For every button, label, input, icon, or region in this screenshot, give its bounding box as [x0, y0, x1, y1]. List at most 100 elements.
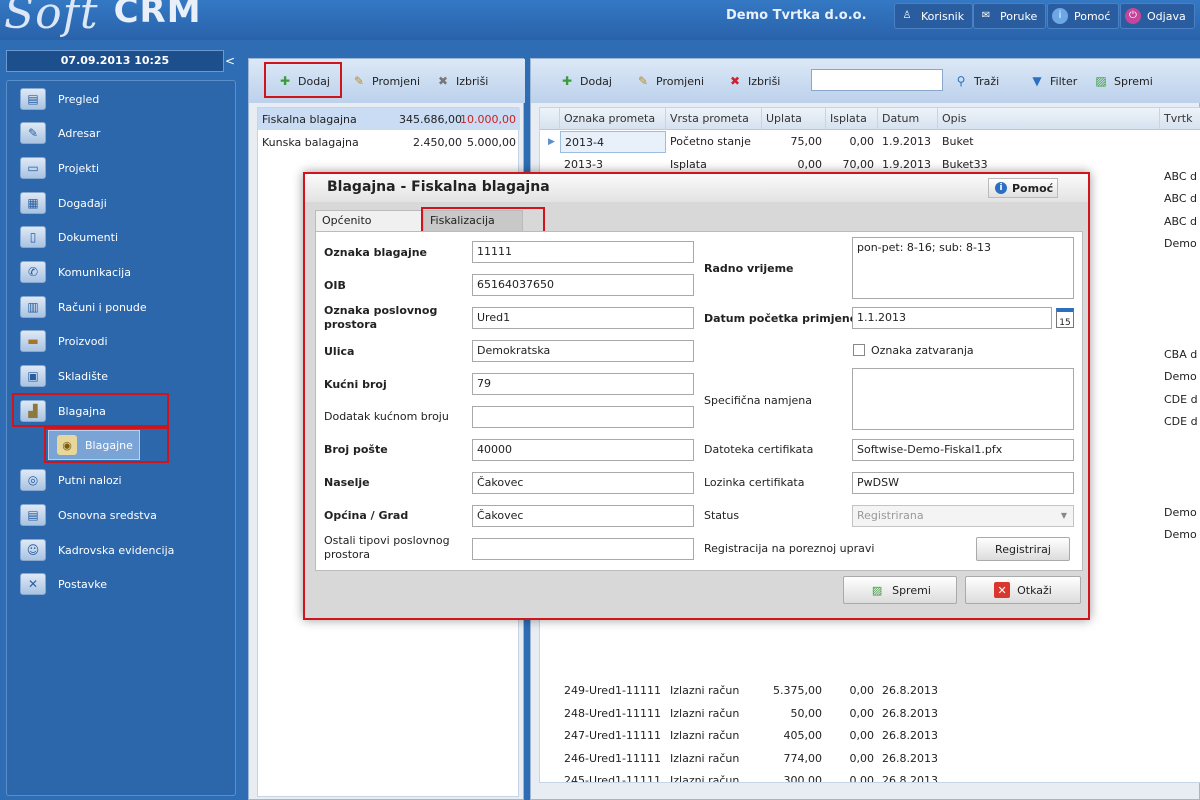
register-button[interactable]: Registriraj [976, 537, 1070, 561]
delete-transaction-button[interactable]: ✖ Izbriši [727, 69, 780, 93]
nav-item-postavke[interactable]: ✕ Postavke [10, 569, 230, 599]
table-cell: Demo [1164, 237, 1197, 250]
cash-register-dialog: Blagajna - Fiskalna blagajna i Pomoć Opće… [303, 172, 1090, 620]
certificate-file-field[interactable]: Softwise-Demo-Fiskal1.pfx [852, 439, 1074, 461]
broj-poste-field[interactable]: 40000 [472, 439, 694, 461]
add-transaction-button[interactable]: ✚ Dodaj [559, 69, 612, 93]
table-cell: 248-Ured1-11111 [564, 706, 662, 720]
table-row[interactable]: 247-Ured1-11111 Izlazni račun 405,00 0,00 26… [540, 725, 1200, 748]
column-header[interactable]: Uplata [762, 108, 826, 130]
nav-item-racuni[interactable]: ▥ Računi i ponude [10, 292, 230, 322]
nav-item-projekti[interactable]: ▭ Projekti [10, 153, 230, 183]
oznaka-blagajne-field[interactable]: 11111 [472, 241, 694, 263]
table-cell: Izlazni račun [670, 774, 740, 783]
column-header[interactable]: Isplata [826, 108, 878, 130]
column-header[interactable]: Tvrtk [1160, 108, 1200, 130]
table-cell: Demo [1164, 528, 1197, 541]
ostali-tipovi-field[interactable] [472, 538, 694, 560]
table-cell: 246-Ured1-11111 [564, 751, 662, 765]
label-registracija: Registracija na poreznoj upravi [704, 542, 875, 555]
calendar-icon[interactable]: 15 [1056, 308, 1074, 328]
table-cell: 245-Ured1-11111 [564, 774, 662, 783]
nav-item-skladiste[interactable]: ▣ Skladište [10, 361, 230, 391]
table-cell: 247-Ured1-11111 [564, 729, 662, 742]
label-specificna-namjena: Specifična namjena [704, 394, 812, 407]
column-header[interactable]: Vrsta prometa [666, 108, 762, 130]
table-row[interactable]: ▶ 2013-4 Početno stanje 75,00 0,00 1.9.2013 Bu… [540, 131, 1200, 154]
save-button[interactable]: ▨ Spremi [843, 576, 957, 604]
table-cell: 405,00 [783, 729, 823, 742]
top-bar: Soft CRM Demo Tvrtka d.o.o. ♙ Korisnik ✉ P… [0, 0, 1200, 40]
list-item[interactable]: Fiskalna blagajna 345.686,00 10.000,00 [258, 108, 520, 130]
column-header[interactable]: Oznaka prometa [560, 108, 666, 130]
dodatak-field[interactable] [472, 406, 694, 428]
table-row[interactable]: 245-Ured1-11111 Izlazni račun 300,00 0,00 26… [540, 770, 1200, 783]
table-cell: 50,00 [790, 706, 823, 720]
table-cell: 300,00 [783, 774, 823, 783]
zatvaranje-checkbox[interactable] [853, 344, 865, 356]
column-header[interactable]: Datum [878, 108, 938, 130]
collapse-sidebar-button[interactable]: < [225, 50, 237, 72]
edit-button[interactable]: ✎ Promjeni [351, 69, 420, 93]
nav-item-putni-nalozi[interactable]: ◎ Putni nalozi [10, 465, 230, 495]
delete-icon: ✖ [437, 74, 449, 88]
address-book-icon: ✎ [20, 122, 46, 144]
user-button[interactable]: ♙ Korisnik [894, 3, 974, 29]
label-radno-vrijeme: Radno vrijeme [704, 262, 794, 275]
naselje-field[interactable]: Čakovec [472, 472, 694, 494]
specificna-namjena-field[interactable] [852, 368, 1074, 430]
nav-item-komunikacija[interactable]: ✆ Komunikacija [10, 257, 230, 287]
info-icon: i [995, 182, 1007, 194]
nav-item-kadrovska[interactable]: ☺ Kadrovska evidencija [10, 535, 230, 565]
search-input[interactable] [811, 69, 943, 91]
dialog-help-button[interactable]: i Pomoć [988, 178, 1058, 198]
table-cell: 0,00 [849, 751, 875, 765]
datum-primjene-field[interactable]: 1.1.2013 [852, 307, 1052, 329]
messages-button[interactable]: ✉ Poruke [973, 3, 1047, 29]
ulica-field[interactable]: Demokratska [472, 340, 694, 362]
nav-item-dokumenti[interactable]: ▯ Dokumenti [10, 222, 230, 252]
dialog-title: Blagajna - Fiskalna blagajna [327, 179, 550, 195]
radno-vrijeme-field[interactable]: pon-pet: 8-16; sub: 8-13 [852, 237, 1074, 299]
label-ostali-tipovi: Ostali tipovi poslovnog prostora [324, 534, 450, 561]
table-cell: Izlazni račun [670, 684, 740, 697]
opcina-field[interactable]: Čakovec [472, 505, 694, 527]
list-item[interactable]: Kunska balagajna 2.450,00 5.000,00 [258, 131, 520, 153]
cancel-button[interactable]: ✕ Otkaži [965, 576, 1081, 604]
table-cell: 26.8.2013 [882, 684, 938, 697]
table-row[interactable]: 248-Ured1-11111 Izlazni račun 50,00 0,00 26.… [540, 703, 1200, 726]
tab-opcenito[interactable]: Općenito [315, 210, 423, 232]
label-kucni-broj: Kućni broj [324, 378, 387, 391]
table-cell: 0,00 [849, 706, 875, 720]
help-button[interactable]: i Pomoć [1047, 3, 1120, 29]
nav-item-osnovna-sredstva[interactable]: ▤ Osnovna sredstva [10, 500, 230, 530]
table-row[interactable]: 249-Ured1-11111 Izlazni račun 5.375,00 0,00… [540, 680, 1200, 703]
logout-button[interactable]: ⏻ Odjava [1120, 3, 1195, 29]
label-datum-primjene: Datum početka primjene [704, 312, 858, 325]
save-view-button[interactable]: ▨ Spremi [1093, 69, 1152, 93]
nav-item-proizvodi[interactable]: ▬ Proizvodi [10, 326, 230, 356]
right-toolbar: ✚ Dodaj ✎ Promjeni ✖ Izbriši ⚲ Traži ▼ Filter… [531, 59, 1200, 103]
edit-transaction-button[interactable]: ✎ Promjeni [635, 69, 704, 93]
status-select[interactable]: Registrirana ▼ [852, 505, 1074, 527]
column-header[interactable]: Opis [938, 108, 1160, 130]
edit-icon: ✎ [353, 74, 365, 88]
nav-item-pregled[interactable]: ▤ Pregled [10, 84, 230, 114]
delete-button[interactable]: ✖ Izbriši [435, 69, 488, 93]
kucni-broj-field[interactable]: 79 [472, 373, 694, 395]
table-cell [938, 748, 1160, 770]
save-icon: ▨ [1095, 74, 1107, 88]
search-button[interactable]: ⚲ Traži [953, 69, 1000, 93]
table-cell: CDE d [1164, 415, 1198, 428]
table-cell: CDE d [1164, 393, 1198, 406]
oib-field[interactable]: 65164037650 [472, 274, 694, 296]
table-row[interactable]: 246-Ured1-11111 Izlazni račun 774,00 0,00 26… [540, 748, 1200, 771]
table-cell: 249-Ured1-11111 [564, 684, 662, 697]
nav-item-dogadaji[interactable]: ▦ Događaji [10, 188, 230, 218]
nav-item-adresar[interactable]: ✎ Adresar [10, 118, 230, 148]
table-cell: 0,00 [849, 729, 875, 742]
label-ulica: Ulica [324, 345, 355, 358]
certificate-password-field[interactable]: PwDSW [852, 472, 1074, 494]
filter-button[interactable]: ▼ Filter [1029, 69, 1077, 93]
poslovni-prostor-field[interactable]: Ured1 [472, 307, 694, 329]
